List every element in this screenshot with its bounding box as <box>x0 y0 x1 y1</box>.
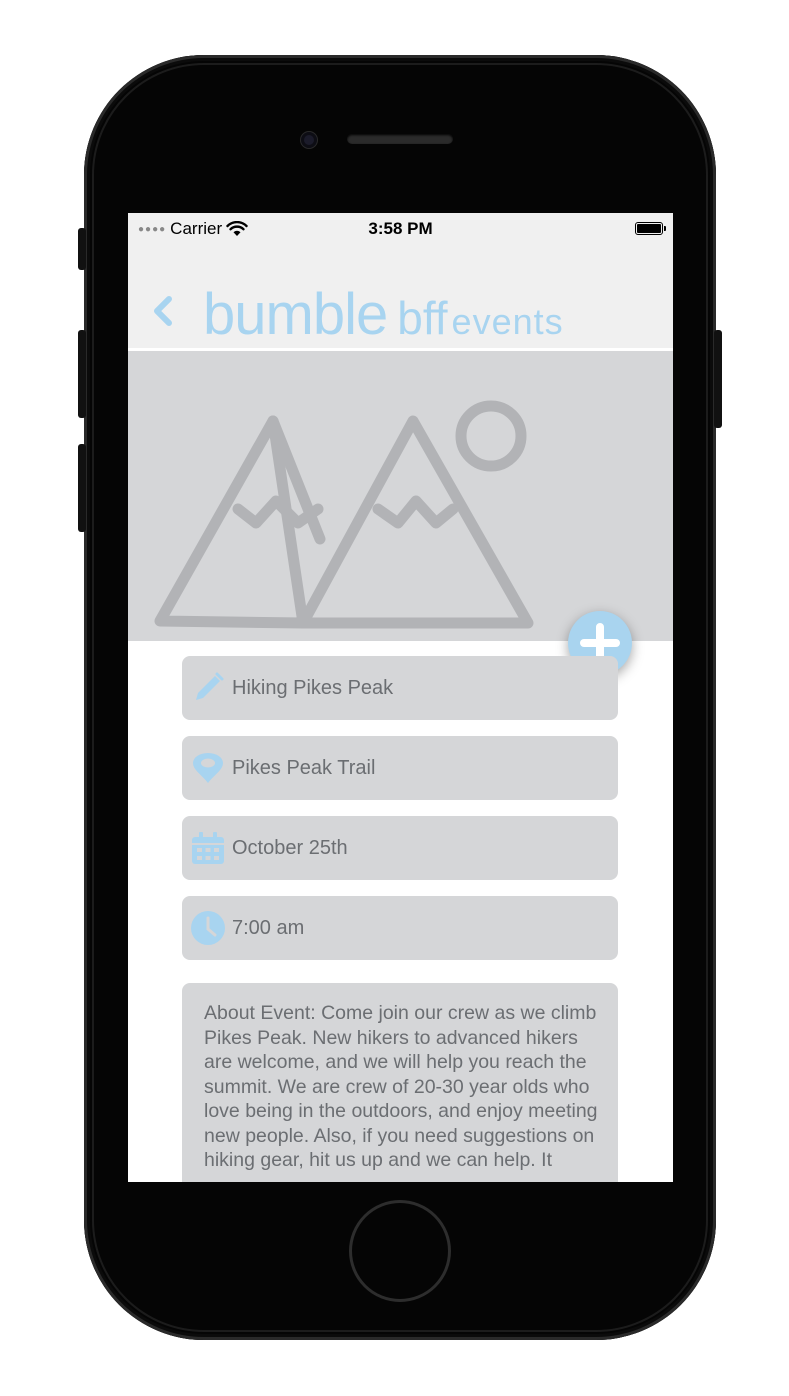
battery-icon <box>635 222 666 235</box>
clock-icon <box>190 910 226 946</box>
event-date-field[interactable]: October 25th <box>182 816 618 880</box>
back-button[interactable] <box>148 291 178 331</box>
home-button[interactable] <box>349 1200 451 1302</box>
bumble-bff-events-logo: bumble bff events <box>203 281 564 348</box>
about-event-text: About Event: Come join our crew as we cl… <box>204 1002 598 1171</box>
logo-sub: bff <box>397 292 448 344</box>
power-button <box>714 330 722 428</box>
mute-switch <box>78 228 86 270</box>
event-title-field[interactable]: Hiking Pikes Peak <box>182 656 618 720</box>
mountain-image-icon <box>154 400 534 629</box>
chevron-left-icon <box>154 296 172 326</box>
logo-brand: bumble <box>203 282 388 347</box>
status-bar: ●●●● Carrier 3:58 PM <box>128 213 673 243</box>
front-camera <box>301 132 317 148</box>
location-pin-icon <box>190 750 226 786</box>
event-image-placeholder[interactable] <box>128 351 673 675</box>
about-event-textarea[interactable]: About Event: Come join our crew as we cl… <box>182 983 618 1182</box>
logo-section: events <box>451 301 564 342</box>
pencil-icon <box>190 670 226 706</box>
event-title-value: Hiking Pikes Peak <box>232 676 394 699</box>
event-date-value: October 25th <box>232 836 348 859</box>
event-location-value: Pikes Peak Trail <box>232 756 376 779</box>
event-time-field[interactable]: 7:00 am <box>182 896 618 960</box>
earpiece-speaker <box>347 134 453 144</box>
volume-down-button <box>78 444 86 532</box>
event-location-field[interactable]: Pikes Peak Trail <box>182 736 618 800</box>
calendar-icon <box>190 830 226 866</box>
event-time-value: 7:00 am <box>232 916 305 939</box>
volume-up-button <box>78 330 86 418</box>
app-screen: ●●●● Carrier 3:58 PM bumble bff events H… <box>128 213 673 1182</box>
navigation-bar: bumble bff events <box>128 243 673 351</box>
status-time: 3:58 PM <box>368 219 433 238</box>
